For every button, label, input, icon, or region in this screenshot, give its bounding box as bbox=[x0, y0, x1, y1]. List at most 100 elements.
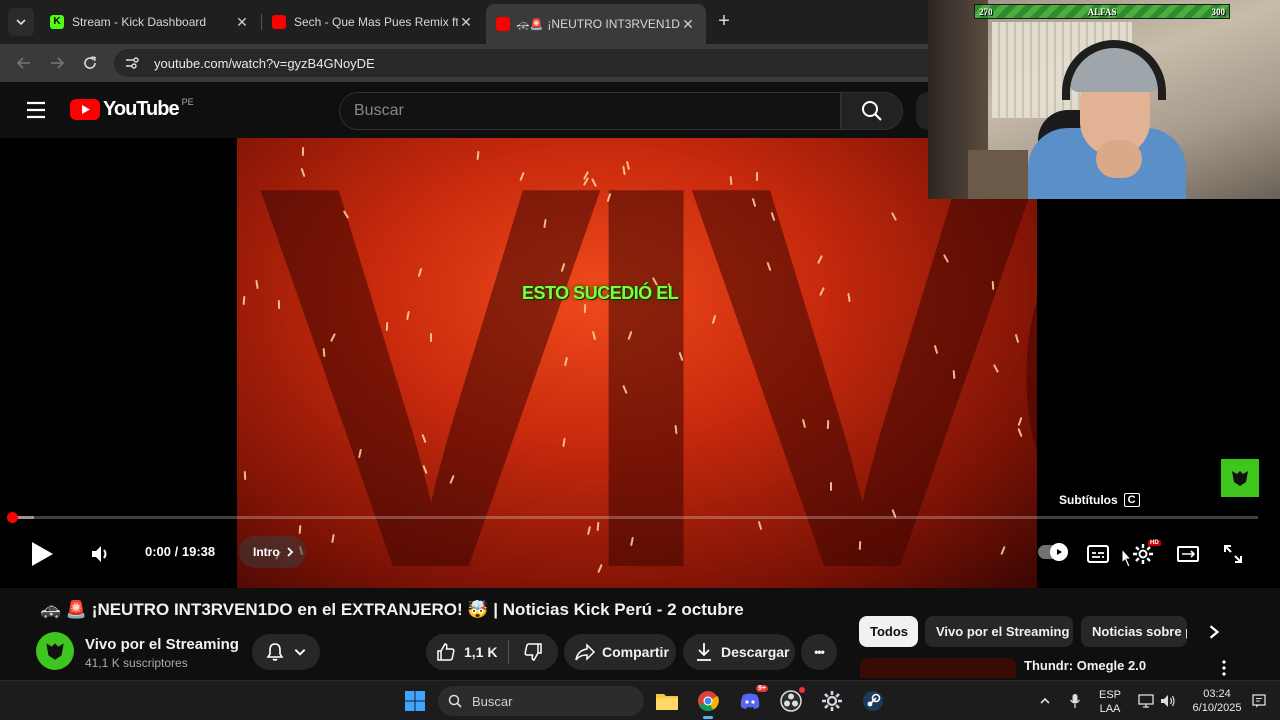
mouse-cursor-icon bbox=[1121, 548, 1133, 568]
video-player[interactable]: VIVO ESTO SUCEDIÓ EL Subtítulos C 0:00 /… bbox=[0, 138, 1280, 588]
channel-watermark[interactable] bbox=[1221, 459, 1259, 497]
new-tab-button[interactable]: + bbox=[712, 10, 736, 34]
play-button[interactable] bbox=[26, 538, 58, 570]
youtube-header: YouTube PE bbox=[0, 82, 928, 138]
keyboard-language[interactable]: ESP LAA bbox=[1092, 688, 1128, 716]
chapter-button[interactable]: Intro bbox=[239, 536, 306, 568]
chip-noticias[interactable]: Noticias sobre p bbox=[1081, 616, 1187, 647]
search-icon bbox=[448, 694, 462, 708]
browser-tab-bar: K Stream - Kick Dashboard ✕ Sech - Que M… bbox=[0, 0, 928, 44]
discord-notification-badge: 9+ bbox=[756, 685, 768, 692]
ember-spark bbox=[242, 295, 246, 306]
recommended-video-thumbnail[interactable] bbox=[860, 658, 1016, 678]
bell-icon bbox=[266, 643, 284, 661]
close-icon[interactable]: ✕ bbox=[458, 14, 474, 31]
tab-title: Sech - Que Mas Pues Remix ft. bbox=[294, 15, 458, 29]
omnibox[interactable]: youtube.com/watch?v=gyzB4GNoyDE bbox=[114, 49, 928, 77]
arrow-right-icon bbox=[51, 57, 65, 69]
volume-button[interactable] bbox=[86, 540, 114, 568]
subscriber-count: 41,1 K suscriptores bbox=[85, 656, 188, 670]
windows-logo-icon bbox=[405, 691, 425, 711]
tab-search-button[interactable] bbox=[8, 8, 34, 36]
dislike-button[interactable] bbox=[509, 634, 557, 670]
fullscreen-button[interactable] bbox=[1219, 540, 1247, 568]
taskbar-file-explorer[interactable] bbox=[653, 687, 681, 715]
share-label: Compartir bbox=[602, 644, 669, 660]
tab-sech-remix[interactable]: Sech - Que Mas Pues Remix ft. ✕ bbox=[262, 6, 484, 38]
ember-spark bbox=[583, 303, 587, 314]
chip-vivo-por-el-streaming[interactable]: Vivo por el Streaming bbox=[925, 616, 1073, 647]
webcam-overlay: 270 ALFAS 300 bbox=[928, 0, 1280, 199]
play-icon bbox=[32, 542, 53, 566]
obs-icon bbox=[780, 690, 802, 712]
chevron-up-icon bbox=[1040, 697, 1050, 704]
webcam-shelf bbox=[968, 150, 1028, 199]
reload-icon bbox=[84, 56, 96, 69]
channel-avatar[interactable] bbox=[36, 632, 74, 670]
taskbar-steam[interactable] bbox=[859, 687, 887, 715]
close-icon[interactable]: ✕ bbox=[234, 14, 250, 31]
scrubber-knob[interactable] bbox=[7, 512, 18, 523]
youtube-wordmark: YouTube bbox=[103, 98, 180, 120]
like-count: 1,1 K bbox=[464, 644, 498, 660]
tab-neutro-video[interactable]: 🚓🚨 ¡NEUTRO INT3RVEN1DO ✕ bbox=[486, 4, 706, 44]
youtube-logo[interactable]: YouTube PE bbox=[70, 96, 194, 121]
taskbar-search-label: Buscar bbox=[472, 693, 513, 709]
more-actions-button[interactable]: ••• bbox=[801, 634, 837, 670]
taskbar-settings[interactable] bbox=[818, 687, 846, 715]
download-button[interactable]: Descargar bbox=[683, 634, 795, 670]
taskbar-search[interactable]: Buscar bbox=[438, 686, 644, 716]
taskbar-chrome[interactable] bbox=[694, 687, 722, 719]
chevron-right-icon bbox=[1209, 625, 1220, 639]
tray-volume[interactable] bbox=[1158, 691, 1178, 711]
search-input[interactable] bbox=[354, 102, 840, 120]
tray-network[interactable] bbox=[1136, 691, 1156, 711]
chevron-right-icon bbox=[287, 547, 293, 557]
theater-mode-button[interactable] bbox=[1174, 540, 1202, 568]
time-display: 0:00 / 19:38 bbox=[145, 544, 216, 559]
voice-search-button[interactable] bbox=[916, 92, 928, 130]
notifications-button[interactable] bbox=[252, 634, 320, 670]
health-bar-right-value: 300 bbox=[1211, 6, 1226, 17]
subtitles-button[interactable] bbox=[1084, 540, 1112, 568]
like-button[interactable]: 1,1 K bbox=[426, 634, 508, 670]
clock-date: 6/10/2025 bbox=[1192, 702, 1242, 714]
back-button[interactable] bbox=[11, 50, 37, 76]
channel-name[interactable]: Vivo por el Streaming bbox=[85, 636, 239, 653]
autoplay-toggle[interactable] bbox=[1038, 543, 1068, 561]
chip-todos[interactable]: Todos bbox=[859, 616, 918, 647]
clock[interactable]: 03:24 6/10/2025 bbox=[1184, 687, 1250, 715]
taskbar-discord[interactable]: 9+ bbox=[736, 685, 768, 715]
ember-spark bbox=[430, 333, 432, 342]
gear-icon bbox=[1133, 544, 1153, 564]
hamburger-menu-icon[interactable] bbox=[24, 99, 50, 121]
close-icon[interactable]: ✕ bbox=[680, 16, 696, 33]
download-label: Descargar bbox=[721, 644, 790, 660]
recommended-video-menu-button[interactable] bbox=[1216, 658, 1232, 678]
health-bar-name: ALFAS bbox=[1087, 6, 1117, 17]
progress-bar[interactable] bbox=[7, 512, 1258, 523]
start-button[interactable] bbox=[401, 687, 429, 715]
thumbs-down-icon bbox=[524, 643, 542, 661]
tab-kick-dashboard[interactable]: K Stream - Kick Dashboard ✕ bbox=[40, 6, 260, 38]
forward-button[interactable] bbox=[44, 50, 70, 76]
hd-badge: HD bbox=[1148, 540, 1161, 546]
tray-microphone[interactable] bbox=[1066, 691, 1084, 711]
chapter-label: Intro bbox=[253, 545, 280, 559]
taskbar-obs[interactable] bbox=[777, 687, 805, 715]
share-button[interactable]: Compartir bbox=[564, 634, 676, 670]
youtube-play-logo-icon bbox=[70, 99, 100, 120]
country-code: PE bbox=[181, 96, 194, 107]
youtube-search-box[interactable] bbox=[339, 92, 841, 130]
reload-button[interactable] bbox=[77, 50, 103, 76]
tray-overflow-button[interactable] bbox=[1036, 691, 1054, 711]
speaker-icon bbox=[1161, 695, 1175, 707]
recommended-video-title[interactable]: Thundr: Omegle 2.0 bbox=[1024, 658, 1146, 673]
video-frame[interactable]: VIVO ESTO SUCEDIÓ EL bbox=[237, 138, 1037, 588]
ember-spark bbox=[243, 470, 247, 481]
notification-center-button[interactable] bbox=[1250, 691, 1268, 711]
site-info-icon[interactable] bbox=[124, 55, 140, 71]
chips-next-button[interactable] bbox=[1202, 620, 1226, 644]
search-button[interactable] bbox=[841, 92, 903, 130]
arrow-left-icon bbox=[16, 57, 30, 69]
